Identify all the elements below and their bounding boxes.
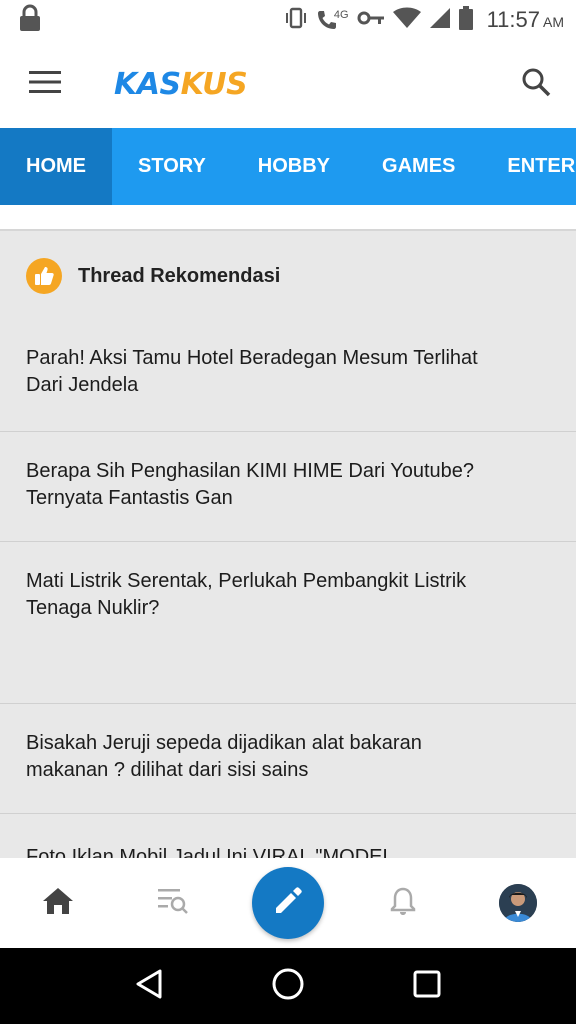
logo-part2: KUS — [180, 66, 248, 102]
clock-ampm: AM — [543, 14, 564, 30]
clock-time: 11:57 — [486, 7, 540, 32]
nav-notifications-button[interactable] — [345, 858, 460, 948]
thread-title-line1: Foto Iklan Mobil Jadul Ini VIRAL "MODEL — [26, 846, 394, 858]
thread-title: Mati Listrik Serentak, Perlukah Pembangk… — [26, 568, 466, 622]
nav-search-list-button[interactable] — [115, 858, 230, 948]
thread-item[interactable]: Bisakah Jeruji sepeda dijadikan alat bak… — [0, 704, 576, 814]
create-thread-fab[interactable] — [251, 867, 324, 939]
tab-games[interactable]: GAMES — [356, 128, 481, 205]
battery-icon — [458, 5, 473, 35]
category-tabs: HOME STORY HOBBY GAMES ENTER — [0, 128, 576, 205]
thread-title-line1: Bisakah Jeruji sepeda dijadikan alat bak… — [26, 732, 422, 754]
call-icon: 4G — [316, 9, 349, 31]
avatar — [498, 884, 537, 922]
search-icon — [521, 67, 551, 102]
search-button[interactable] — [496, 40, 576, 128]
tab-hobby[interactable]: HOBBY — [232, 128, 356, 205]
thread-title-line2: Ternyata Fantastis Gan — [26, 487, 233, 509]
tab-home[interactable]: HOME — [0, 128, 112, 205]
system-nav-bar — [0, 948, 576, 1024]
thread-title-line2: makanan ? dilihat dari sisi sains — [26, 759, 309, 781]
vibrate-icon — [284, 7, 308, 34]
thread-title-line1: Mati Listrik Serentak, Perlukah Pembangk… — [26, 570, 467, 592]
status-time: 11:57 AM — [487, 7, 564, 33]
thread-item[interactable]: Berapa Sih Penghasilan KIMI HIME Dari Yo… — [0, 432, 576, 542]
thread-item[interactable]: Foto Iklan Mobil Jadul Ini VIRAL "MODEL — [0, 814, 576, 858]
bottom-nav — [0, 858, 576, 948]
vpn-key-icon — [357, 10, 385, 31]
wifi-icon — [392, 7, 421, 34]
lock-icon — [18, 4, 42, 37]
tab-story[interactable]: STORY — [112, 128, 232, 205]
nav-home-button[interactable] — [0, 858, 115, 948]
back-icon — [134, 968, 164, 1005]
thumbs-up-icon — [26, 258, 62, 294]
home-circle-icon — [271, 967, 305, 1006]
thread-title: Foto Iklan Mobil Jadul Ini VIRAL "MODEL — [26, 844, 394, 858]
search-list-icon — [157, 887, 189, 920]
system-home-button[interactable] — [258, 956, 318, 1016]
section-title: Thread Rekomendasi — [78, 264, 281, 287]
tab-entertainment[interactable]: ENTER — [481, 128, 576, 205]
thread-title-line2: Tenaga Nuklir? — [26, 597, 160, 619]
thread-title: Berapa Sih Penghasilan KIMI HIME Dari Yo… — [26, 458, 474, 512]
thread-feed[interactable]: Thread Rekomendasi Parah! Aksi Tamu Hote… — [0, 205, 576, 858]
menu-icon — [29, 70, 61, 99]
section-header: Thread Rekomendasi — [0, 231, 576, 321]
thread-title: Parah! Aksi Tamu Hotel Beradegan Mesum T… — [26, 345, 478, 399]
edit-icon — [273, 886, 303, 921]
nav-profile-button[interactable] — [460, 858, 575, 948]
system-recents-button[interactable] — [397, 956, 457, 1016]
nav-create-thread-button[interactable] — [230, 858, 345, 948]
menu-button[interactable] — [0, 40, 90, 128]
kaskus-logo[interactable]: KASKUS — [114, 66, 248, 102]
bell-icon — [390, 886, 416, 921]
logo-part1: KAS — [114, 66, 181, 102]
thread-item[interactable]: Parah! Aksi Tamu Hotel Beradegan Mesum T… — [0, 321, 576, 432]
network-type-label: 4G — [333, 9, 349, 21]
recents-icon — [412, 969, 442, 1004]
thread-title: Bisakah Jeruji sepeda dijadikan alat bak… — [26, 730, 422, 784]
status-bar: 4G 11:57 AM — [0, 0, 576, 40]
cell-signal-icon — [429, 7, 451, 34]
system-back-button[interactable] — [119, 956, 179, 1016]
thread-title-line1: Parah! Aksi Tamu Hotel Beradegan Mesum T… — [26, 347, 478, 369]
thread-item[interactable]: Mati Listrik Serentak, Perlukah Pembangk… — [0, 542, 576, 704]
app-bar: KASKUS — [0, 40, 576, 128]
feed-top-strip — [0, 205, 576, 231]
screen: 4G 11:57 AM KASKUS HOME STORY HOBBY GAME… — [0, 0, 576, 1024]
home-icon — [42, 887, 74, 920]
thread-title-line1: Berapa Sih Penghasilan KIMI HIME Dari Yo… — [26, 460, 475, 482]
thread-title-line2: Dari Jendela — [26, 374, 139, 396]
